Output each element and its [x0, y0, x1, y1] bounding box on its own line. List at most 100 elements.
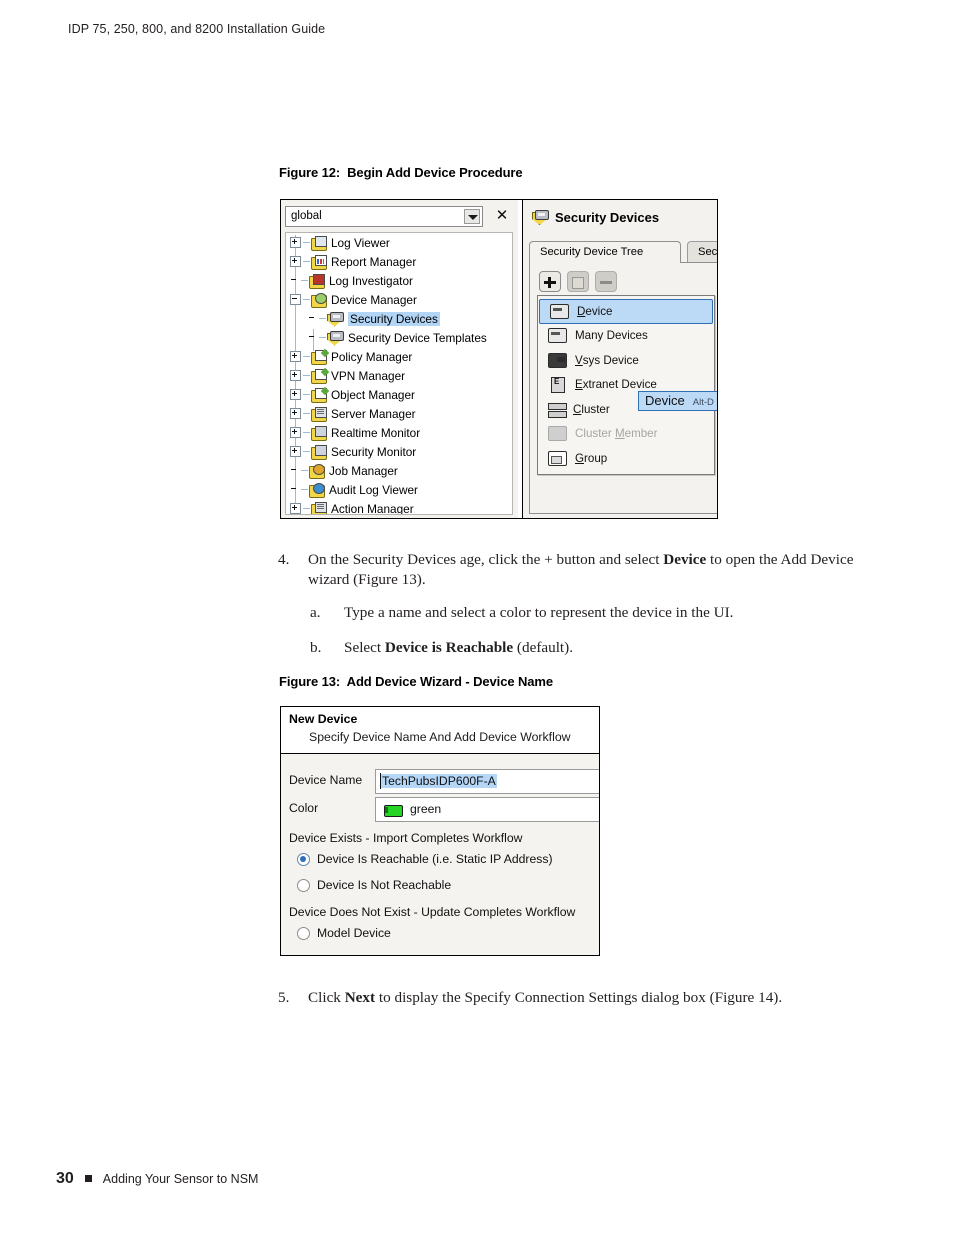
tree-item-label: Policy Manager [331, 349, 413, 364]
tree-item-log-viewer[interactable]: Log Viewer [286, 233, 512, 252]
radio-indicator [297, 852, 310, 866]
radio-label: Model Device [317, 926, 391, 940]
tree-item-action-manager[interactable]: Action Manager [286, 499, 512, 514]
security-devices-title: Security Devices [532, 210, 659, 225]
tree-leaf-spacer [308, 333, 317, 342]
menu-item-label: Group [575, 451, 608, 465]
tree-item-security-monitor[interactable]: Security Monitor [286, 442, 512, 461]
domain-select-value: global [291, 210, 322, 222]
step-4b-text-2: (default). [513, 639, 573, 656]
step-5-text-1: Click [308, 989, 345, 1006]
tree-connector [303, 508, 310, 509]
tree-leaf-spacer [308, 314, 317, 323]
tree-item-report-manager[interactable]: Report Manager [286, 252, 512, 271]
bullet-square-icon [84, 1175, 92, 1182]
running-head: IDP 75, 250, 800, and 8200 Installation … [68, 22, 326, 36]
tree-connector [303, 356, 310, 357]
tree-expander-plus-icon[interactable] [290, 408, 301, 419]
device-tooltip: Device Alt-D [638, 391, 717, 411]
tree-expander-plus-icon[interactable] [290, 427, 301, 438]
device-exists-group-label: Device Exists - Import Completes Workflo… [289, 831, 523, 845]
color-value: green [410, 802, 442, 816]
tree-expander-plus-icon[interactable] [290, 446, 301, 457]
tooltip-shortcut: Alt-D [692, 397, 714, 408]
delete-button[interactable] [595, 271, 617, 292]
tree-expander-plus-icon[interactable] [290, 351, 301, 362]
tab-security-device-secondary[interactable]: Securi [687, 241, 717, 263]
tree-item-job-manager[interactable]: Job Manager [286, 461, 512, 480]
tree-item-label: Security Device Templates [348, 330, 487, 345]
tree-expander-minus-icon[interactable] [290, 294, 301, 305]
close-icon[interactable]: ✕ [493, 207, 511, 225]
tree-expander-plus-icon[interactable] [290, 389, 301, 400]
menu-item-many-devices[interactable]: Many Devices [538, 324, 714, 349]
menu-item-group[interactable]: Group [538, 446, 714, 471]
radio-model-device[interactable]: Model Device [297, 926, 391, 940]
tree-leaf-spacer [290, 485, 299, 494]
add-device-menu[interactable]: Device Many Devices Vsys Device Extranet De… [537, 295, 715, 475]
menu-item-vsys-device[interactable]: Vsys Device [538, 348, 714, 373]
tree-item-security-devices[interactable]: Security Devices [286, 309, 512, 328]
tree-item-audit-log-viewer[interactable]: Audit Log Viewer [286, 480, 512, 499]
wizard-header: New Device Specify Device Name And Add D… [281, 707, 599, 754]
tab-security-device-tree[interactable]: Security Device Tree [529, 241, 681, 263]
footer-section-label: Adding Your Sensor to NSM [102, 1172, 259, 1186]
add-button[interactable] [539, 271, 561, 292]
device-not-exist-group-label: Device Does Not Exist - Update Completes… [289, 905, 576, 919]
color-select[interactable]: green [375, 797, 599, 822]
device-name-label: Device Name [289, 773, 363, 787]
domain-bar: global ✕ [285, 206, 513, 228]
step-4-text-1: On the Security Devices age, click the +… [308, 551, 664, 568]
tree-item-object-manager[interactable]: Object Manager [286, 385, 512, 404]
vsys-device-icon [548, 352, 567, 368]
device-toolbar [539, 271, 617, 292]
tree-item-vpn-manager[interactable]: VPN Manager [286, 366, 512, 385]
tree-item-policy-manager[interactable]: Policy Manager [286, 347, 512, 366]
tree-connector [301, 489, 308, 490]
tree-item-realtime-monitor[interactable]: Realtime Monitor [286, 423, 512, 442]
step-4b-marker: b. [310, 639, 322, 656]
menu-item-label: Cluster Member [575, 427, 658, 441]
log-viewer-icon [311, 235, 327, 251]
device-icon [550, 303, 569, 319]
device-name-input[interactable]: TechPubsIDP600F-A [375, 769, 599, 794]
step-5: 5. Click Next to display the Specify Con… [278, 988, 868, 1008]
tab-strip: Security Device Tree Securi [529, 241, 717, 263]
tree-expander-plus-icon[interactable] [290, 237, 301, 248]
tree-item-log-investigator[interactable]: Log Investigator [286, 271, 512, 290]
domain-select[interactable]: global [285, 206, 483, 227]
security-devices-pane: Security Devices Security Device Tree Se… [522, 200, 717, 518]
extranet-device-icon [551, 376, 565, 393]
tree-item-server-manager[interactable]: Server Manager [286, 404, 512, 423]
security-monitor-icon [311, 444, 327, 460]
page-footer: 30 Adding Your Sensor to NSM [56, 1170, 258, 1188]
tree-expander-plus-icon[interactable] [290, 503, 301, 514]
chevron-down-icon[interactable] [464, 209, 480, 224]
menu-item-device[interactable]: Device [539, 299, 713, 324]
audit-log-viewer-icon [309, 482, 325, 498]
navigation-tree[interactable]: Log Viewer Report Manager Log Investigator… [285, 232, 513, 515]
tree-expander-plus-icon[interactable] [290, 370, 301, 381]
tree-connector [303, 261, 310, 262]
vpn-manager-icon [311, 368, 327, 384]
step-4a-text: Type a name and select a color to repres… [344, 604, 734, 621]
nsm-navigation-pane: global ✕ Log Viewer Report Manager Log Inv… [281, 200, 518, 518]
many-devices-icon [548, 328, 567, 344]
cluster-icon [548, 402, 567, 418]
tree-item-label: Audit Log Viewer [329, 482, 418, 497]
device-name-row: Device Name TechPubsIDP600F-A [281, 769, 599, 795]
tree-item-label: Security Monitor [331, 444, 417, 459]
tree-item-label: Security Devices [348, 311, 440, 326]
step-4: 4. On the Security Devices age, click th… [278, 550, 868, 589]
security-devices-title-label: Security Devices [555, 210, 660, 225]
radio-label: Device Is Not Reachable [317, 878, 452, 892]
tooltip-label: Device [645, 393, 685, 408]
tree-expander-plus-icon[interactable] [290, 256, 301, 267]
step-4b: b. Select Device is Reachable (default). [310, 638, 874, 658]
tree-item-security-device-templates[interactable]: Security Device Templates [286, 328, 512, 347]
radio-label: Device Is Reachable (i.e. Static IP Addr… [317, 852, 553, 866]
radio-device-is-not-reachable[interactable]: Device Is Not Reachable [297, 878, 451, 892]
edit-button[interactable] [567, 271, 589, 292]
tree-item-device-manager[interactable]: Device Manager [286, 290, 512, 309]
radio-device-is-reachable[interactable]: Device Is Reachable (i.e. Static IP Addr… [297, 852, 553, 866]
